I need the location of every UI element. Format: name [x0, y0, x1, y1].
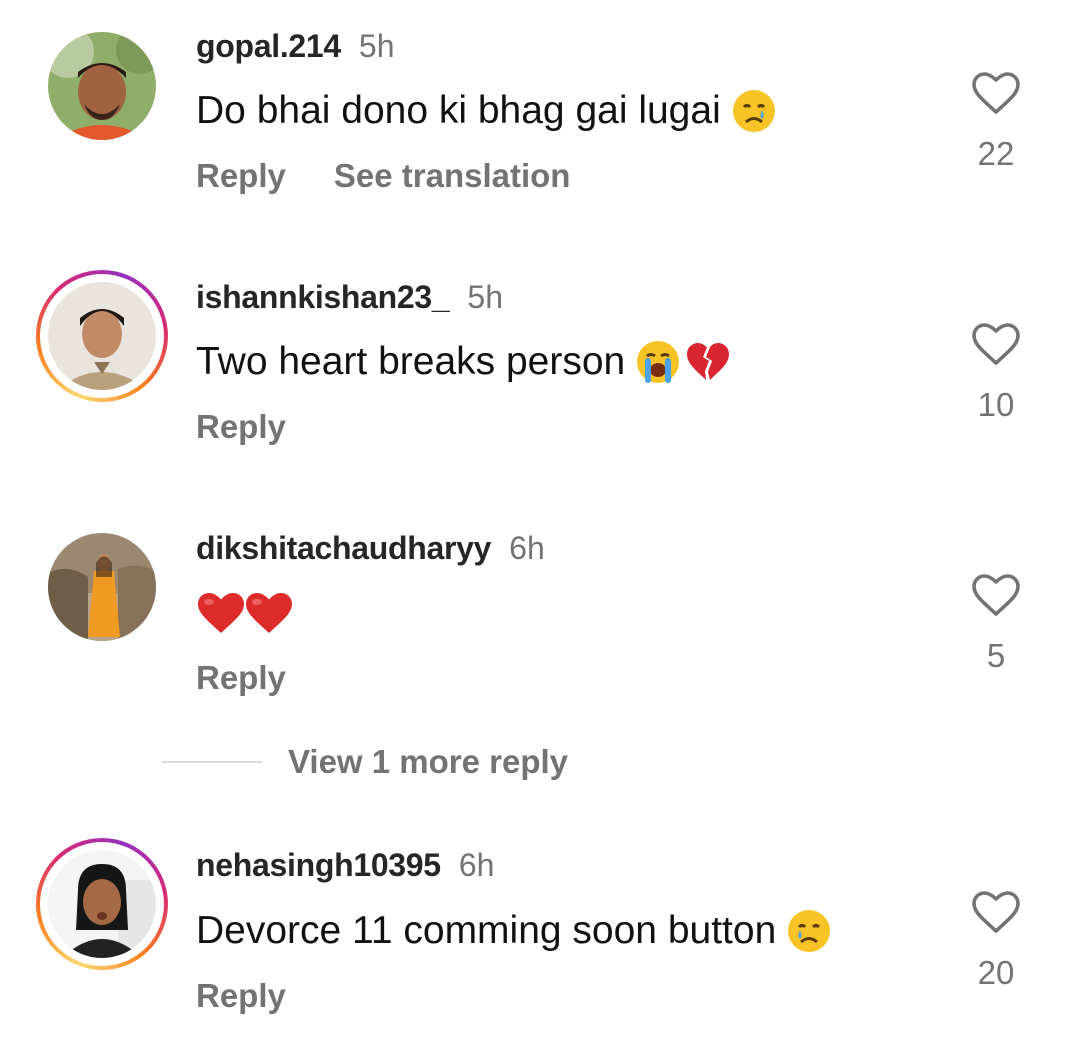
story-ring-gap: [40, 842, 164, 966]
loudly-crying-face-icon: [635, 339, 681, 385]
comment-actions: Reply: [196, 976, 286, 1016]
divider-line: [162, 761, 262, 763]
avatar[interactable]: [48, 533, 156, 641]
avatar-image: [48, 282, 156, 390]
like-control: 5: [968, 572, 1024, 676]
story-ring-gap: [40, 274, 164, 398]
username[interactable]: nehasingh10395: [196, 847, 441, 883]
heart-icon[interactable]: [971, 889, 1021, 935]
comment-text: Two heart breaks person: [196, 339, 731, 385]
avatar-image: [48, 32, 156, 140]
crying-face-icon: [786, 908, 832, 954]
avatar-image: [48, 533, 156, 641]
timestamp: 6h: [509, 530, 545, 566]
view-more-replies[interactable]: View 1 more reply: [162, 740, 568, 784]
comment-text: Do bhai dono ki bhag gai lugai: [196, 88, 777, 134]
comment-header: nehasingh10395 6h: [196, 847, 494, 883]
comment-actions: Reply: [196, 658, 286, 698]
comment-actions: Reply See translation: [196, 156, 570, 196]
timestamp: 5h: [467, 279, 503, 315]
avatar-story-ring[interactable]: [36, 838, 168, 970]
comment-header: ishannkishan23_ 5h: [196, 279, 503, 315]
username[interactable]: ishannkishan23_: [196, 279, 450, 315]
timestamp: 6h: [458, 847, 495, 883]
broken-heart-icon: [685, 339, 731, 385]
comment-header: gopal.214 5h: [196, 28, 395, 64]
see-translation-button[interactable]: See translation: [334, 157, 571, 194]
comment-text: [196, 590, 292, 636]
comment-body: Do bhai dono ki bhag gai lugai: [196, 89, 721, 132]
like-count: 5: [986, 637, 1006, 674]
crying-face-icon: [731, 88, 777, 134]
reply-button[interactable]: Reply: [196, 157, 286, 194]
heart-icon[interactable]: [971, 70, 1021, 116]
reply-button[interactable]: Reply: [196, 659, 286, 696]
username[interactable]: gopal.214: [196, 28, 341, 64]
like-count: 20: [977, 954, 1015, 991]
comment-actions: Reply: [196, 407, 286, 447]
comment-body: Devorce 11 comming soon button: [196, 909, 777, 952]
like-control: 20: [968, 889, 1024, 993]
username[interactable]: dikshitachaudharyy: [196, 530, 491, 566]
reply-button[interactable]: Reply: [196, 977, 286, 1014]
comment-header: dikshitachaudharyy 6h: [196, 530, 545, 566]
avatar-image: [48, 850, 156, 958]
heart-icon[interactable]: [971, 572, 1021, 618]
like-count: 10: [977, 386, 1015, 423]
comment-text: Devorce 11 comming soon button: [196, 908, 832, 954]
red-heart-icon: [244, 590, 292, 636]
view-more-replies-label[interactable]: View 1 more reply: [288, 743, 568, 781]
timestamp: 5h: [358, 28, 395, 64]
like-control: 22: [968, 70, 1024, 174]
avatar-story-ring[interactable]: [36, 270, 168, 402]
red-heart-icon: [196, 590, 244, 636]
like-count: 22: [977, 135, 1015, 172]
like-control: 10: [968, 321, 1024, 425]
comment-body: Two heart breaks person: [196, 340, 626, 383]
avatar[interactable]: [48, 32, 156, 140]
reply-button[interactable]: Reply: [196, 408, 286, 445]
heart-icon[interactable]: [971, 321, 1021, 367]
